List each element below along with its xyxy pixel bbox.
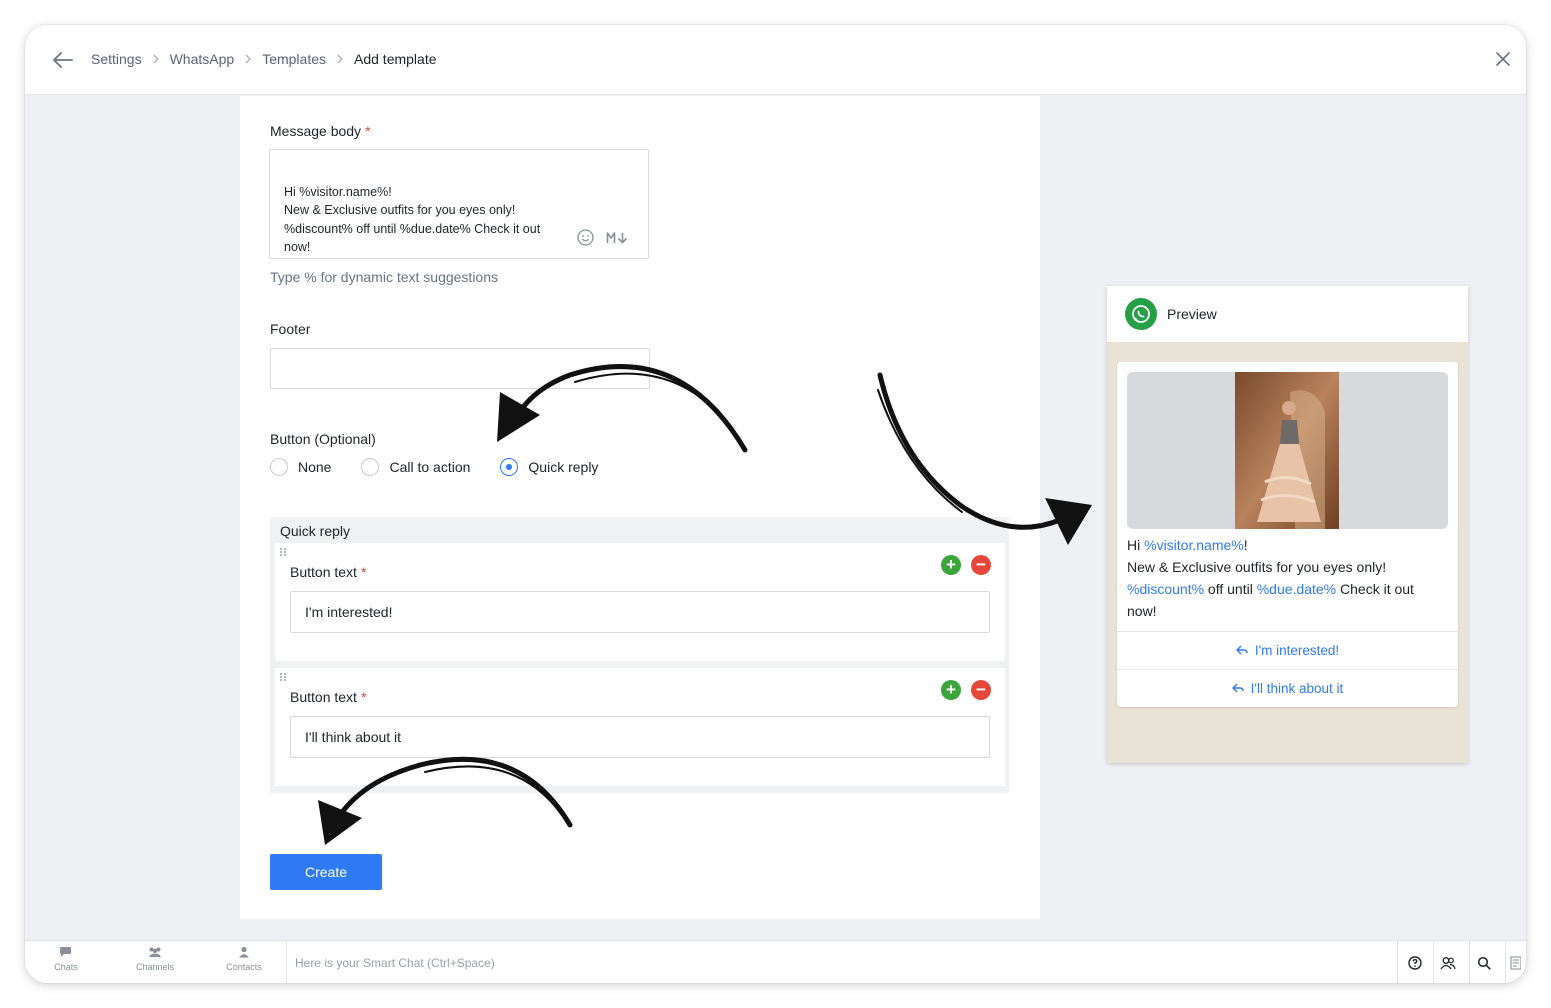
divider — [286, 941, 287, 983]
dress-photo — [1235, 372, 1339, 529]
dynamic-text-hint: Type % for dynamic text suggestions — [270, 269, 498, 285]
preview-panel: Preview Hi %visitor.name%! New & Exclusi… — [1107, 286, 1468, 763]
reply-icon — [1236, 645, 1248, 655]
textarea-tools — [577, 229, 630, 246]
message-body-label: Message body * — [270, 123, 371, 139]
drag-handle-icon[interactable] — [279, 672, 287, 682]
app-window: Settings WhatsApp Templates Add template… — [25, 25, 1526, 983]
team-button[interactable] — [1430, 941, 1466, 983]
radio-call-to-action[interactable]: Call to action — [361, 458, 470, 476]
preview-quick-reply-button[interactable]: I'll think about it — [1117, 669, 1458, 706]
nav-contacts[interactable]: Contacts — [214, 946, 274, 972]
chevron-right-icon — [153, 54, 159, 64]
chevron-right-icon — [245, 54, 252, 64]
notes-icon — [1509, 955, 1521, 970]
media-image — [1127, 372, 1448, 529]
breadcrumb-templates[interactable]: Templates — [262, 51, 326, 67]
drag-handle-icon[interactable] — [279, 547, 287, 557]
quick-reply-title: Quick reply — [280, 523, 351, 539]
contacts-icon — [239, 946, 249, 958]
reply-icon — [1231, 683, 1244, 693]
button-optional-label: Button (Optional) — [270, 431, 376, 447]
chevron-right-icon — [337, 54, 343, 64]
bottom-bar: Chats Channels Contacts Here is your Sma… — [25, 940, 1526, 983]
radio-circle[interactable] — [270, 458, 288, 476]
template-form: Message body * Hi %visitor.name%! New & E… — [240, 96, 1040, 919]
message-bubble: Hi %visitor.name%! New & Exclusive outfi… — [1117, 362, 1458, 707]
quick-reply-item: Button text * + − I'm interested! — [275, 543, 1005, 661]
help-button[interactable] — [1397, 941, 1433, 983]
footer-input[interactable] — [270, 348, 650, 389]
message-body-textarea[interactable]: Hi %visitor.name%! New & Exclusive outfi… — [269, 149, 649, 259]
whatsapp-icon — [1125, 298, 1157, 330]
message-body-text: Hi %visitor.name%! New & Exclusive outfi… — [284, 184, 541, 255]
nav-channels[interactable]: Channels — [125, 946, 185, 972]
remove-button-icon[interactable]: − — [971, 680, 991, 700]
item-actions: + − — [941, 555, 991, 575]
header: Settings WhatsApp Templates Add template — [25, 25, 1526, 95]
breadcrumb-whatsapp[interactable]: WhatsApp — [170, 51, 235, 67]
radio-circle[interactable] — [361, 458, 380, 476]
nav-label: Channels — [135, 962, 175, 972]
create-button[interactable]: Create — [270, 854, 382, 890]
radio-label: Quick reply — [528, 459, 599, 475]
markdown-icon[interactable] — [606, 231, 630, 245]
button-type-radio-group: None Call to action Quick reply — [270, 458, 628, 476]
quick-reply-section: Quick reply Button text * + − I'm interes… — [270, 517, 1009, 793]
preview-message: Hi %visitor.name%! New & Exclusive outfi… — [1127, 537, 1414, 619]
preview-quick-reply-button[interactable]: I'm interested! — [1117, 631, 1458, 668]
nav-label: Contacts — [226, 962, 262, 972]
radio-quick-reply[interactable]: Quick reply — [500, 458, 598, 476]
radio-label: None — [298, 459, 332, 475]
breadcrumb-settings[interactable]: Settings — [91, 51, 142, 67]
emoji-icon[interactable] — [577, 229, 594, 246]
radio-none[interactable]: None — [270, 458, 331, 476]
search-icon — [1477, 956, 1491, 970]
team-icon — [1440, 956, 1456, 969]
nav-label: Chats — [54, 962, 78, 972]
preview-header: Preview — [1107, 286, 1468, 342]
nav-chats[interactable]: Chats — [36, 946, 96, 972]
radio-label: Call to action — [389, 459, 471, 475]
channels-icon — [149, 947, 161, 957]
button-text-label: Button text * — [290, 689, 367, 705]
footer-label: Footer — [270, 321, 311, 337]
help-icon — [1408, 955, 1422, 970]
quick-reply-item: Button text * + − I'll think about it — [275, 668, 1005, 786]
notes-button[interactable] — [1503, 941, 1526, 983]
back-arrow-icon[interactable] — [51, 49, 75, 71]
button-text-input[interactable]: I'll think about it — [290, 716, 990, 758]
chat-icon — [60, 947, 71, 957]
radio-circle-selected[interactable] — [500, 458, 519, 476]
add-button-icon[interactable]: + — [941, 555, 961, 575]
button-text-input[interactable]: I'm interested! — [290, 591, 990, 633]
preview-title: Preview — [1167, 306, 1217, 322]
smart-chat-input[interactable]: Here is your Smart Chat (Ctrl+Space) — [295, 941, 495, 983]
close-icon[interactable] — [1496, 52, 1510, 66]
item-actions: + − — [941, 680, 991, 700]
add-button-icon[interactable]: + — [941, 680, 961, 700]
button-text-label: Button text * — [290, 564, 367, 580]
search-button[interactable] — [1466, 941, 1502, 983]
breadcrumb-current: Add template — [354, 51, 437, 67]
remove-button-icon[interactable]: − — [971, 555, 991, 575]
breadcrumb: Settings WhatsApp Templates Add template — [91, 51, 437, 67]
